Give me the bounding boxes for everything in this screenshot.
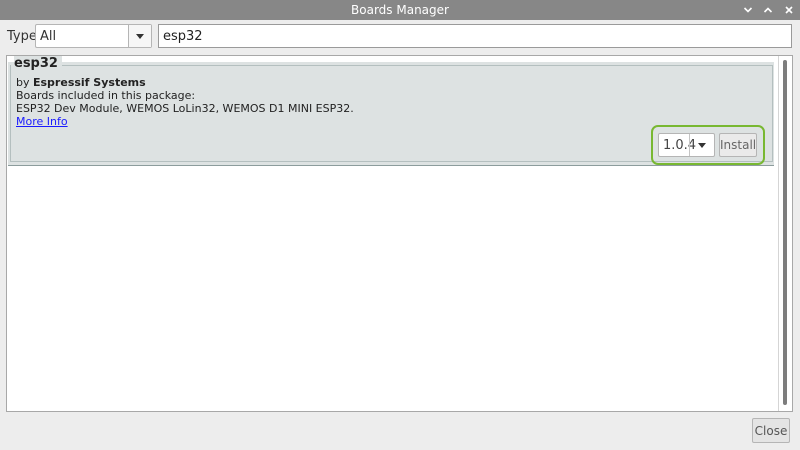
boards-included-label: Boards included in this package: (16, 89, 196, 102)
search-input[interactable] (158, 24, 792, 48)
boards-manager-window: Boards Manager Type All esp32 esp32 by E… (0, 0, 800, 450)
chevron-down-icon (743, 7, 753, 13)
close-button[interactable]: Close (752, 418, 790, 443)
board-author-line: by Espressif Systems (16, 76, 146, 89)
entry-frame-line (55, 65, 773, 66)
install-button[interactable]: Install (719, 133, 757, 157)
caret-down-icon (136, 33, 144, 39)
type-dropdown-arrow[interactable] (128, 25, 151, 47)
board-name: esp32 (14, 56, 62, 71)
title-bar[interactable]: Boards Manager (0, 0, 800, 20)
caret-down-icon (698, 142, 706, 148)
minimize-button[interactable] (740, 2, 756, 18)
version-dropdown-arrow[interactable] (689, 134, 714, 156)
author-prefix: by (16, 76, 33, 89)
type-selected-value: All (40, 29, 57, 44)
more-info-link[interactable]: More Info (16, 115, 68, 128)
scrollbar-thumb[interactable] (783, 60, 787, 405)
maximize-button[interactable] (760, 2, 776, 18)
close-icon (785, 6, 793, 14)
chevron-up-icon (763, 7, 773, 13)
type-dropdown[interactable]: All (35, 24, 152, 48)
boards-list: esp32 by Espressif Systems Boards includ… (6, 55, 793, 412)
type-label: Type (7, 29, 37, 44)
board-entry-esp32[interactable]: esp32 by Espressif Systems Boards includ… (8, 56, 774, 166)
window-title: Boards Manager (351, 3, 449, 17)
version-dropdown[interactable]: 1.0.4 (658, 133, 715, 157)
list-scrollbar[interactable] (778, 56, 792, 411)
close-window-button[interactable] (781, 2, 797, 18)
boards-included-list: ESP32 Dev Module, WEMOS LoLin32, WEMOS D… (16, 102, 354, 115)
board-author: Espressif Systems (33, 76, 146, 89)
